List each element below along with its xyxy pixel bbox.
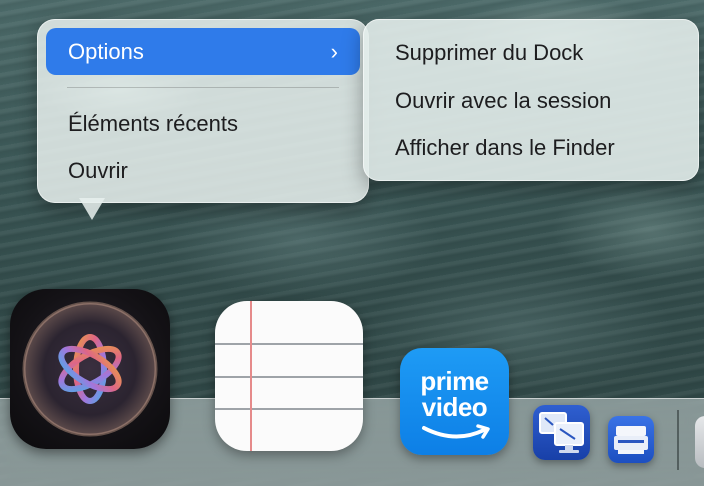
chevron-right-icon: › — [330, 38, 338, 64]
siri-icon[interactable] — [10, 289, 170, 449]
notes-margin-line — [250, 301, 252, 451]
submenu-item-label: Afficher dans le Finder — [395, 135, 615, 160]
menu-item-label: Options — [68, 38, 144, 64]
screen-sharing-icon[interactable] — [533, 405, 590, 460]
menu-item-open[interactable]: Ouvrir — [46, 147, 360, 194]
menu-item-label: Éléments récents — [68, 110, 238, 136]
scanner-glyph — [614, 426, 648, 454]
menu-item-options[interactable]: Options › — [46, 28, 360, 75]
menu-item-label: Ouvrir — [68, 157, 128, 183]
prime-video-icon[interactable]: prime video — [400, 348, 509, 455]
notes-icon[interactable] — [215, 301, 363, 451]
submenu-item-show-in-finder[interactable]: Afficher dans le Finder — [372, 126, 690, 170]
submenu-item-remove-from-dock[interactable]: Supprimer du Dock — [372, 31, 690, 75]
menu-pointer-tail — [79, 198, 105, 220]
submenu-item-open-at-login[interactable]: Ouvrir avec la session — [372, 79, 690, 123]
notes-ruled-line — [215, 376, 363, 378]
prime-smile-arrow — [422, 424, 490, 439]
notes-ruled-line — [215, 408, 363, 410]
menu-separator — [67, 87, 339, 88]
prime-word: prime — [420, 366, 489, 396]
screen-sharing-glyph — [539, 412, 584, 453]
image-capture-icon[interactable] — [608, 416, 654, 463]
siri-glyph — [22, 301, 158, 437]
dock-context-menu: Options › Éléments récents Ouvrir — [37, 19, 369, 203]
submenu-item-label: Supprimer du Dock — [395, 40, 584, 65]
dock-separator — [677, 410, 679, 470]
partial-app-icon[interactable] — [695, 416, 704, 468]
notes-ruled-line — [215, 343, 363, 345]
submenu-item-label: Ouvrir avec la session — [395, 88, 612, 113]
video-word: video — [421, 392, 488, 422]
menu-item-recent-items[interactable]: Éléments récents — [46, 100, 360, 147]
options-submenu: Supprimer du Dock Ouvrir avec la session… — [363, 19, 699, 181]
